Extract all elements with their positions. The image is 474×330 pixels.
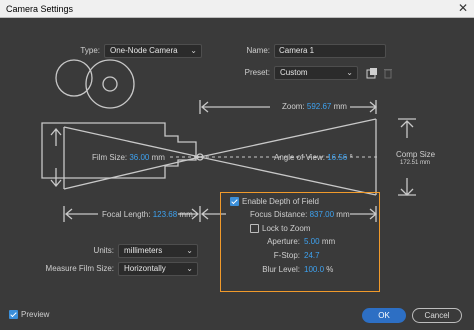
film-size-value[interactable]: 36.00: [129, 153, 149, 162]
name-input[interactable]: Camera 1: [274, 44, 386, 58]
frustum-bottom: [63, 156, 377, 196]
chevron-down-icon: ⌄: [190, 46, 197, 55]
name-label: Name:: [246, 46, 270, 55]
focal-length-unit: mm: [179, 210, 193, 219]
zoom-unit: mm: [333, 102, 347, 111]
comp-size-arrow-down: [400, 178, 414, 196]
blur-level-unit: %: [326, 265, 334, 274]
frustum-top: [63, 118, 377, 158]
camera-settings-dialog: Type: One-Node Camera ⌄ Name: Camera 1 P…: [0, 18, 474, 330]
close-icon[interactable]: ✕: [458, 2, 468, 15]
focus-distance-value[interactable]: 837.00: [310, 210, 334, 219]
aperture-label: Aperture:: [267, 237, 300, 246]
comp-size-label: Comp Size: [396, 150, 436, 159]
focal-length-arrow-left: [64, 208, 98, 220]
chevron-down-icon: ⌄: [186, 246, 193, 255]
angle-of-view-readout: Angle of View: 16.56 °: [274, 153, 353, 162]
focus-distance-readout: Focus Distance: 837.00 mm: [250, 210, 350, 219]
angle-of-view-value[interactable]: 16.56: [327, 153, 347, 162]
film-size-arrow-up: [50, 127, 62, 146]
aperture-unit: mm: [321, 237, 336, 246]
preset-label: Preset:: [244, 68, 270, 77]
measure-film-size-dropdown[interactable]: Horizontally ⌄: [118, 262, 198, 276]
zoom-value[interactable]: 592.67: [307, 102, 331, 111]
measure-film-size-label: Measure Film Size:: [45, 264, 114, 273]
blur-level-readout: 100.0 %: [304, 265, 333, 274]
chevron-down-icon: ⌄: [346, 68, 353, 77]
preview-label: Preview: [21, 310, 50, 319]
units-label: Units:: [93, 246, 114, 255]
comp-size-value: 172.51 mm: [400, 160, 431, 166]
zoom-arrow-right: [350, 101, 378, 113]
film-size-arrow-down: [50, 168, 62, 188]
angle-of-view-label: Angle of View:: [274, 153, 325, 162]
blur-level-label: Blur Level:: [262, 265, 300, 274]
aperture-value[interactable]: 5.00: [304, 237, 320, 246]
focal-length-value[interactable]: 123.68: [153, 210, 177, 219]
aperture-readout: 5.00 mm: [304, 237, 335, 246]
title-bar: Camera Settings ✕: [0, 0, 474, 18]
film-size-label: Film Size:: [92, 153, 128, 162]
ok-button[interactable]: OK: [362, 308, 406, 323]
preset-value: Custom: [280, 68, 308, 77]
zoom-arrow-left: [200, 101, 270, 113]
chevron-down-icon: ⌄: [186, 264, 193, 273]
camera-reel-right: [85, 59, 135, 109]
comp-size-arrow-up: [400, 120, 414, 138]
type-value: One-Node Camera: [110, 46, 178, 55]
zoom-readout: Zoom: 592.67 mm: [282, 102, 347, 111]
units-dropdown[interactable]: millimeters ⌄: [118, 244, 198, 258]
trash-icon[interactable]: [382, 67, 394, 79]
cancel-button[interactable]: Cancel: [412, 308, 462, 323]
film-size-readout: Film Size: 36.00 mm: [92, 153, 165, 162]
type-dropdown[interactable]: One-Node Camera ⌄: [104, 44, 202, 58]
zoom-label: Zoom:: [282, 102, 305, 111]
dialog-footer: Preview OK Cancel: [0, 304, 474, 330]
angle-of-view-unit: °: [349, 153, 353, 162]
save-preset-icon[interactable]: [366, 67, 378, 79]
lock-to-zoom-label: Lock to Zoom: [262, 224, 311, 233]
focus-distance-unit: mm: [336, 210, 350, 219]
fstop-value[interactable]: 24.7: [304, 251, 320, 260]
camera-reel-hub: [102, 76, 118, 92]
focal-length-label: Focal Length:: [102, 210, 151, 219]
measure-film-size-value: Horizontally: [124, 264, 166, 273]
focus-distance-label: Focus Distance:: [250, 210, 308, 219]
enable-depth-of-field-label: Enable Depth of Field: [242, 197, 319, 206]
film-size-unit: mm: [151, 153, 165, 162]
focal-length-readout: Focal Length: 123.68 mm: [102, 210, 193, 219]
preset-dropdown[interactable]: Custom ⌄: [274, 66, 358, 80]
type-label: Type:: [80, 46, 100, 55]
lock-to-zoom-checkbox[interactable]: [250, 224, 259, 233]
blur-level-value[interactable]: 100.0: [304, 265, 324, 274]
fstop-label: F-Stop:: [273, 251, 300, 260]
window-title: Camera Settings: [6, 4, 74, 14]
enable-depth-of-field-checkbox[interactable]: [230, 197, 239, 206]
preview-checkbox[interactable]: [9, 310, 18, 319]
units-value: millimeters: [124, 246, 163, 255]
